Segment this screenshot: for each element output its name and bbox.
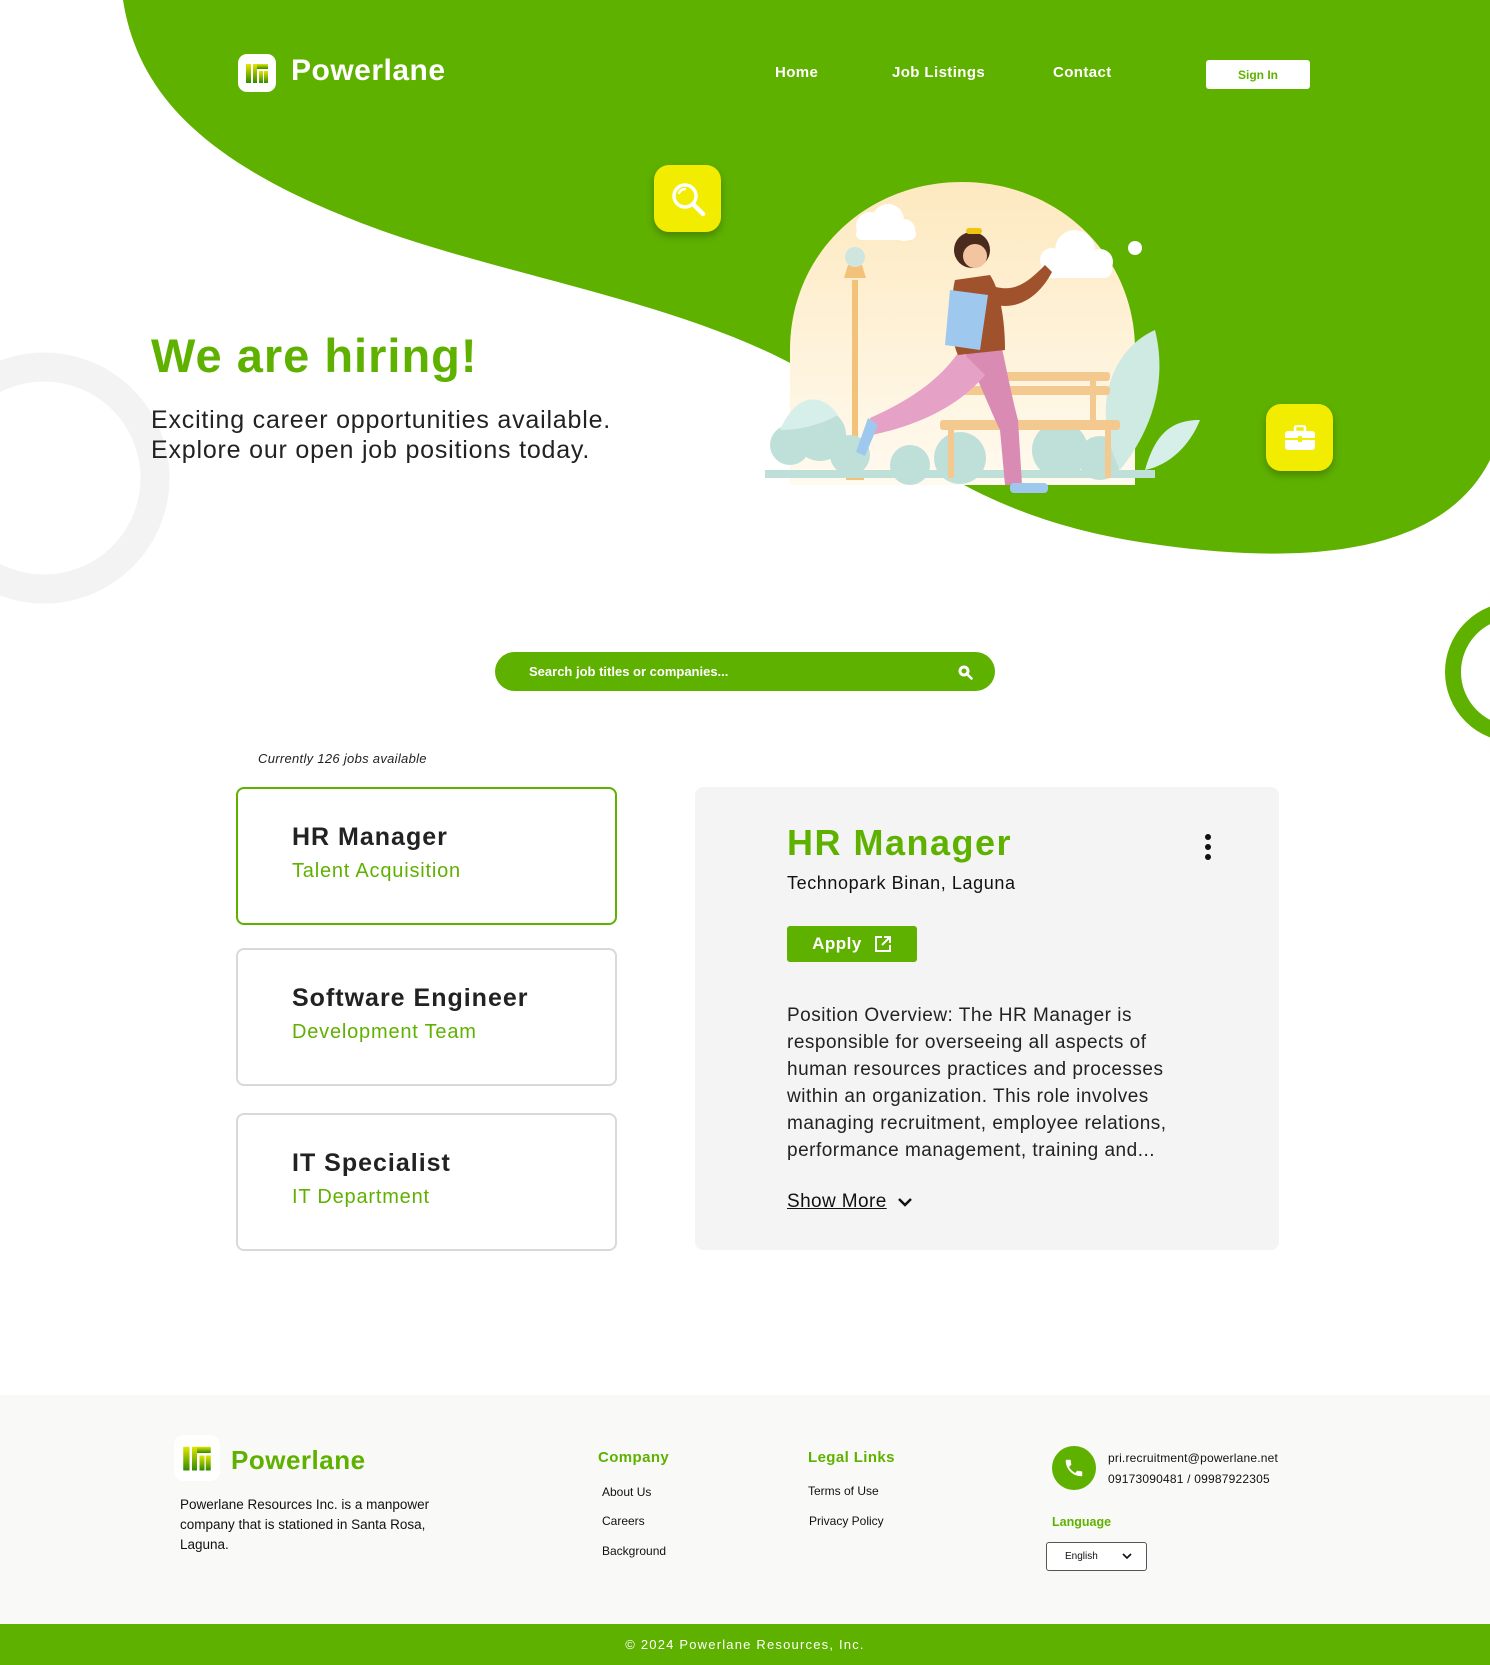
language-label: Language: [1052, 1515, 1112, 1529]
footer-link-about-us[interactable]: About Us: [602, 1485, 651, 1499]
powerlane-logo-icon: [246, 64, 268, 83]
phone-icon: [1052, 1446, 1096, 1490]
language-value: English: [1065, 1551, 1098, 1562]
jobs-count: Currently 126 jobs available: [258, 751, 427, 766]
briefcase-icon: [1284, 424, 1315, 450]
phone-glyph: [1065, 1459, 1083, 1477]
job-detail-title: HR Manager: [787, 822, 1013, 863]
show-more-label: Show More: [787, 1191, 887, 1212]
magnifier-icon: [671, 182, 705, 216]
more-options-icon[interactable]: [1203, 834, 1213, 860]
powerlane-logo-icon: [183, 1446, 211, 1471]
external-link-icon: [874, 936, 891, 952]
apply-button-label: Apply: [812, 934, 862, 953]
footer-legal-heading: Legal Links: [808, 1449, 895, 1466]
sign-in-button[interactable]: Sign In: [1206, 60, 1310, 89]
nav-home[interactable]: Home: [775, 64, 818, 81]
footer-about: Powerlane Resources Inc. is a manpower c…: [180, 1497, 430, 1552]
footer-email[interactable]: pri.recruitment@powerlane.net: [1108, 1451, 1278, 1465]
hero-title: We are hiring!: [151, 329, 478, 382]
search-input[interactable]: [529, 664, 957, 679]
job-card-title: Software Engineer: [292, 984, 529, 1012]
search-icon[interactable]: [957, 664, 973, 680]
hero-subtitle: Exciting career opportunities available.…: [151, 405, 611, 465]
job-card[interactable]: IT Specialist IT Department: [236, 1113, 617, 1251]
job-detail-location: Technopark Binan, Laguna: [787, 873, 1016, 893]
job-card[interactable]: HR Manager Talent Acquisition: [236, 787, 617, 925]
job-search-bar[interactable]: [495, 652, 995, 691]
footer-link-terms[interactable]: Terms of Use: [808, 1484, 879, 1498]
job-card-subtitle: Talent Acquisition: [292, 860, 461, 882]
job-card-title: IT Specialist: [292, 1149, 451, 1177]
logo[interactable]: [238, 54, 276, 92]
footer-link-background[interactable]: Background: [602, 1544, 666, 1558]
decorative-ring: [1445, 606, 1490, 738]
footer-link-careers[interactable]: Careers: [602, 1514, 645, 1528]
search-tile: [654, 165, 721, 232]
show-more-link[interactable]: Show More: [787, 1191, 913, 1213]
nav-job-listings[interactable]: Job Listings: [892, 64, 985, 81]
job-card-subtitle: IT Department: [292, 1186, 430, 1208]
footer-link-privacy[interactable]: Privacy Policy: [809, 1514, 884, 1528]
chevron-down-icon: [897, 1198, 912, 1207]
hero-illustration: [765, 182, 1200, 493]
hero-subtitle-line-1: Exciting career opportunities available.: [151, 406, 612, 434]
job-detail-description: Position Overview: The HR Manager is res…: [787, 1005, 1167, 1161]
hero-background: [0, 0, 1490, 604]
brand-name[interactable]: Powerlane: [291, 54, 446, 88]
footer-phones: 09173090481 / 09987922305: [1108, 1472, 1270, 1486]
copyright: © 2024 Powerlane Resources, Inc.: [0, 1624, 1490, 1665]
language-select[interactable]: English: [1046, 1542, 1147, 1571]
footer-company-heading: Company: [598, 1449, 670, 1466]
footer-logo[interactable]: [174, 1435, 220, 1481]
job-card-title: HR Manager: [292, 823, 448, 851]
footer-brand-name: Powerlane: [231, 1445, 366, 1475]
briefcase-tile: [1266, 404, 1333, 471]
job-detail-panel: HR Manager Technopark Binan, Laguna Appl…: [695, 787, 1279, 1250]
job-card[interactable]: Software Engineer Development Team: [236, 948, 617, 1086]
nav-contact[interactable]: Contact: [1053, 64, 1112, 81]
apply-button[interactable]: Apply: [787, 926, 917, 962]
chevron-down-icon: [1122, 1553, 1132, 1560]
job-card-subtitle: Development Team: [292, 1021, 477, 1043]
hero-subtitle-line-2: Explore our open job positions today.: [151, 436, 591, 464]
